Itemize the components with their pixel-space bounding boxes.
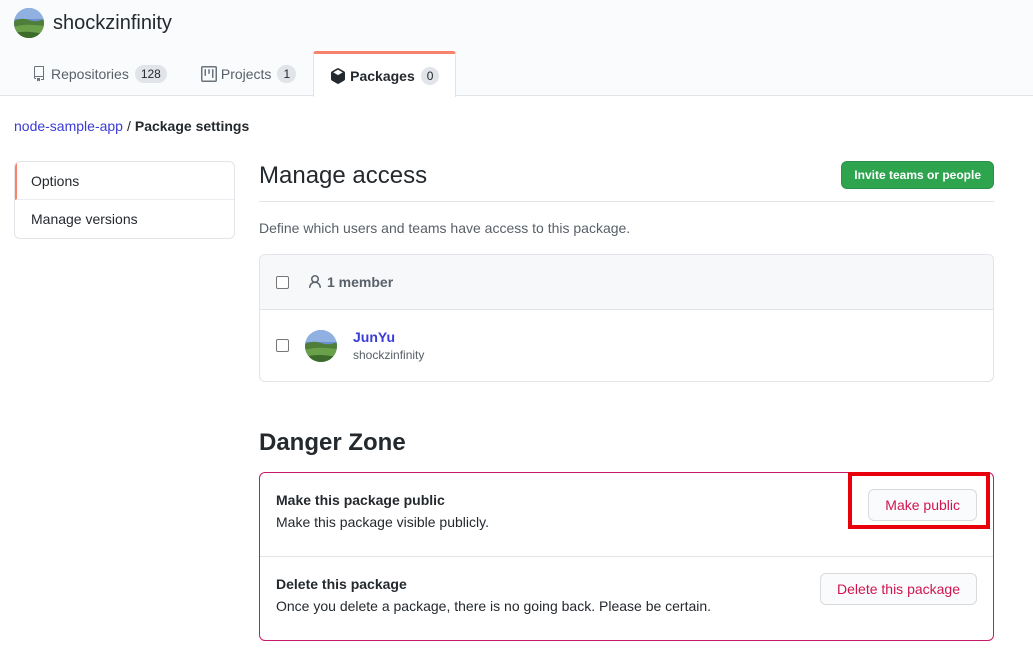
tab-label: Repositories	[51, 66, 129, 82]
repo-header: shockzinfinity Repositories 128 Projects…	[0, 0, 1033, 97]
delete-package-button[interactable]: Delete this package	[820, 573, 977, 605]
project-icon	[200, 66, 217, 82]
member-name[interactable]: JunYu	[353, 329, 424, 345]
manage-access-header: Manage access Invite teams or people	[259, 161, 994, 202]
settings-side-menu: Options Manage versions	[14, 161, 235, 239]
tab-counter: 128	[134, 65, 167, 83]
make-public-description: Make this package visible publicly.	[276, 514, 489, 530]
tab-counter: 0	[420, 66, 440, 85]
owner-avatar[interactable]	[14, 8, 44, 38]
tab-label: Projects	[220, 66, 272, 82]
tab-label: Packages	[350, 67, 415, 84]
breadcrumb-package-link[interactable]: node-sample-app	[14, 118, 123, 134]
menu-item-options[interactable]: Options	[15, 162, 234, 200]
repo-tabs: Repositories 128 Projects 1 Packages 0	[14, 51, 457, 97]
breadcrumb-separator: /	[126, 118, 131, 134]
make-public-row: Make this package public Make this packa…	[260, 473, 993, 557]
person-icon	[307, 274, 323, 290]
package-icon	[330, 67, 346, 84]
delete-package-description: Once you delete a package, there is no g…	[276, 598, 712, 614]
delete-package-row: Delete this package Once you delete a pa…	[260, 557, 993, 640]
member-avatar[interactable]	[305, 329, 337, 362]
breadcrumb-current: Package settings	[134, 118, 250, 134]
member-count: 1 member	[307, 274, 393, 290]
tab-repositories[interactable]: Repositories 128	[14, 51, 184, 96]
owner: shockzinfinity	[14, 8, 172, 38]
menu-item-manage-versions[interactable]: Manage versions	[15, 200, 234, 238]
member-info: JunYu shockzinfinity	[353, 329, 424, 362]
delete-package-title: Delete this package	[276, 576, 407, 592]
manage-access-title: Manage access	[259, 162, 428, 189]
repo-icon	[31, 66, 47, 82]
member-login: shockzinfinity	[353, 348, 425, 362]
main-content: Manage access Invite teams or people Def…	[259, 161, 994, 641]
make-public-title: Make this package public	[276, 492, 445, 508]
tab-counter: 1	[277, 65, 297, 83]
danger-zone-box: Make this package public Make this packa…	[259, 472, 994, 641]
breadcrumb: node-sample-app / Package settings	[14, 118, 249, 134]
owner-name[interactable]: shockzinfinity	[53, 12, 172, 35]
danger-zone-title: Danger Zone	[259, 429, 406, 456]
tab-packages[interactable]: Packages 0	[313, 51, 457, 97]
tab-projects[interactable]: Projects 1	[184, 51, 313, 96]
make-public-button[interactable]: Make public	[868, 489, 977, 521]
manage-access-description: Define which users and teams have access…	[259, 220, 631, 236]
member-checkbox[interactable]	[276, 339, 289, 352]
select-all-checkbox[interactable]	[276, 275, 289, 289]
invite-teams-button[interactable]: Invite teams or people	[841, 161, 994, 189]
members-box-header: 1 member	[260, 255, 993, 310]
member-row: JunYu shockzinfinity	[260, 310, 993, 381]
members-box: 1 member JunYu shockzinfinity	[259, 254, 994, 382]
member-count-label: 1 member	[327, 274, 394, 290]
